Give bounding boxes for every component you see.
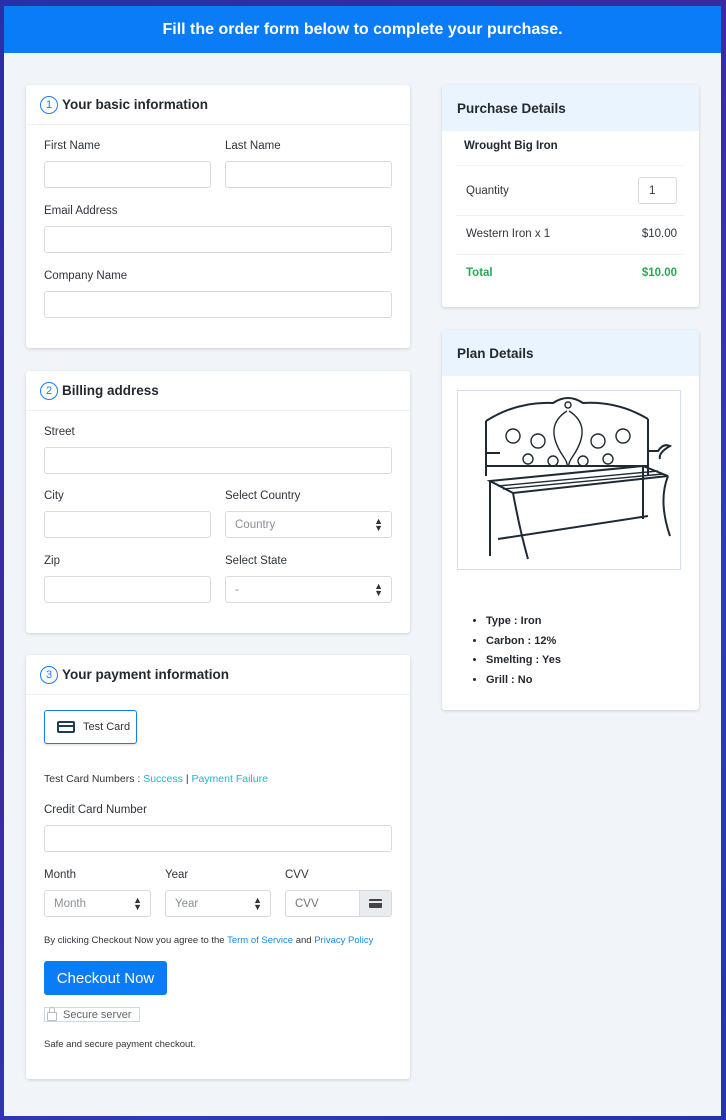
year-selected: Year [175,897,199,910]
basic-info-header: 1 Your basic information [26,85,410,125]
divider [456,165,685,166]
section-title: Billing address [62,383,159,398]
lock-icon [47,1007,57,1021]
divider [456,254,685,255]
test-numbers-label: Test Card Numbers : [44,773,141,785]
street-label: Street [44,426,75,438]
cvv-input[interactable] [286,891,360,916]
month-selected: Month [54,897,86,910]
last-name-label: Last Name [225,140,281,152]
select-arrows-icon: ▲ ▼ [374,581,383,598]
state-select[interactable]: - ▲ ▼ [225,576,392,603]
step-number: 1 [40,95,58,114]
test-card-numbers: Test Card Numbers : Success | Payment Fa… [44,773,268,785]
page-banner: Fill the order form below to complete yo… [4,6,721,53]
select-arrows-icon: ▲ ▼ [374,516,383,533]
quantity-input[interactable]: 1 [638,177,677,204]
payment-card: 3 Your payment information Test Card Tes… [26,655,410,1079]
feature-list: Type : Iron Carbon : 12% Smelting : Yes … [486,612,561,690]
product-name: Wrought Big Iron [464,140,558,152]
total-row: Total $10.00 [456,267,685,279]
step-number: 3 [40,665,58,684]
email-input[interactable] [44,226,392,253]
step-number: 2 [40,381,58,400]
street-input[interactable] [44,447,392,474]
page-frame: Fill the order form below to complete yo… [4,6,721,1116]
feature-item: Type : Iron [486,612,561,632]
purchase-details-header: Purchase Details [442,85,699,131]
bench-illustration [485,397,673,560]
feature-item: Carbon : 12% [486,632,561,652]
state-label: Select State [225,555,288,567]
card-addon-icon [359,891,391,916]
product-image [457,390,681,570]
credit-card-icon [57,721,75,733]
line-item-price: $10.00 [641,228,677,240]
year-select[interactable]: Year ▲ ▼ [165,890,271,917]
test-card-option[interactable]: Test Card [44,710,137,744]
checkout-button[interactable]: Checkout Now [44,961,167,995]
cvv-label: CVV [285,869,309,881]
select-arrows-icon: ▲ ▼ [133,895,142,912]
divider [456,215,685,216]
separator: | [185,773,189,785]
line-item-row: Western Iron x 1 $10.00 [456,228,685,240]
credit-card-label: Credit Card Number [44,804,147,816]
agreement-text: By clicking Checkout Now you agree to th… [44,935,373,946]
agree-and: and [295,935,312,946]
total-value: $10.00 [641,267,677,279]
city-label: City [44,490,64,502]
email-label: Email Address [44,205,118,217]
last-name-input[interactable] [225,161,392,188]
zip-input[interactable] [44,576,211,603]
first-name-input[interactable] [44,161,211,188]
credit-card-input[interactable] [44,825,392,852]
plan-details-card: Plan Details • Type: Iron • Carbon: 12… [442,330,699,710]
feature-item: Smelting : Yes [486,651,561,671]
secure-badge-label: Secure server [63,1008,132,1021]
company-input[interactable] [44,291,392,318]
city-input[interactable] [44,511,211,538]
secure-server-badge: Secure server [44,1007,140,1022]
billing-header: 2 Billing address [26,371,410,411]
first-name-label: First Name [44,140,101,152]
secure-note: Safe and secure payment checkout. [44,1039,196,1050]
month-label: Month [44,869,76,881]
quantity-row: Quantity 1 [456,177,685,204]
agree-prefix: By clicking Checkout Now you agree to th… [44,935,225,946]
plan-details-header: Plan Details [442,330,699,376]
select-arrows-icon: ▲ ▼ [253,895,262,912]
total-label: Total [466,267,493,279]
feature-item: Grill : No [486,671,561,691]
country-select[interactable]: Country ▲ ▼ [225,511,392,538]
billing-card: 2 Billing address Street City Select Cou… [26,371,410,633]
company-label: Company Name [44,270,128,282]
cvv-group [285,890,392,917]
success-link[interactable]: Success [143,773,183,785]
line-item-label: Western Iron x 1 [466,228,551,240]
payment-failure-link[interactable]: Payment Failure [191,773,267,785]
purchase-details-card: Purchase Details Wrought Big Iron Quanti… [442,85,699,307]
country-selected: Country [235,518,276,531]
payment-header: 3 Your payment information [26,655,410,695]
month-select[interactable]: Month ▲ ▼ [44,890,151,917]
basic-info-card: 1 Your basic information First Name Last… [26,85,410,348]
state-selected: - [235,583,239,596]
test-card-label: Test Card [83,721,131,733]
section-title: Your basic information [62,97,209,112]
quantity-label: Quantity [466,184,509,197]
privacy-link[interactable]: Privacy Policy [314,935,373,946]
terms-link[interactable]: Term of Service [227,935,293,946]
year-label: Year [165,869,189,881]
zip-label: Zip [44,555,60,567]
section-title: Your payment information [62,667,230,682]
country-label: Select Country [225,490,301,502]
